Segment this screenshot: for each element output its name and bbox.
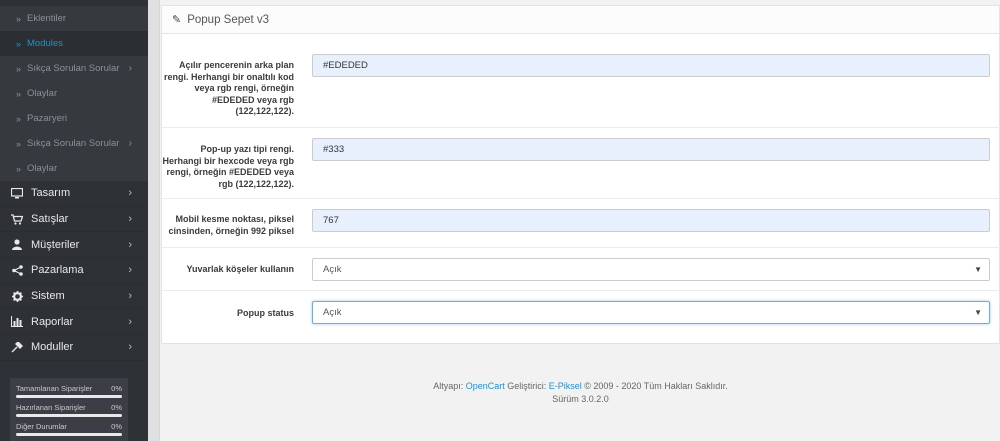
rounded-corners-select[interactable]: Açık ▼: [312, 258, 990, 281]
gear-icon: [10, 290, 24, 302]
chevron-right-icon: »: [16, 113, 22, 124]
progress-bar: [16, 395, 122, 398]
sidebar-item-label: Moduller: [31, 341, 74, 354]
sidebar-item-label: Müşteriler: [31, 238, 80, 251]
chevron-right-icon: ›: [128, 341, 132, 354]
stat-completed: Tamamlanan Siparişler 0%: [16, 384, 122, 398]
field-label: Mobil kesme noktası, piksel cinsinden, ö…: [168, 214, 294, 236]
sidebar-item-satislar[interactable]: Satışlar ›: [0, 207, 148, 233]
chevron-right-icon: »: [16, 163, 22, 174]
sidebar-sub-item-sss[interactable]: » Sıkça Sorulan Sorular ›: [0, 56, 148, 81]
sidebar-item-raporlar[interactable]: Raporlar ›: [0, 309, 148, 336]
font-color-input[interactable]: #333: [312, 138, 990, 161]
bg-color-input[interactable]: #EDEDED: [312, 54, 990, 77]
chevron-right-icon: ›: [128, 187, 132, 200]
breakpoint-input[interactable]: 767: [312, 209, 990, 232]
stat-other: Diğer Durumlar 0%: [16, 422, 122, 436]
sidebar-item-tasarim[interactable]: Tasarım ›: [0, 181, 148, 207]
field-label: Yuvarlak köşeler kullanın: [186, 264, 294, 274]
caret-down-icon: ▼: [974, 265, 982, 274]
sidebar-sub-item-label: Modules: [27, 38, 63, 49]
chevron-right-icon: ›: [128, 315, 132, 328]
form-row-font-color: Pop-up yazı tipi rengi. Herhangi bir hex…: [162, 128, 1000, 199]
chevron-right-icon: »: [16, 138, 22, 149]
form-row-bg-color: Açılır pencerenin arka plan rengi. Herha…: [162, 35, 1000, 128]
chevron-right-icon: ›: [128, 238, 132, 251]
chevron-right-icon: ›: [128, 264, 132, 277]
cart-icon: [10, 213, 24, 225]
progress-bar: [16, 433, 122, 436]
sidebar-item-musteriler[interactable]: Müşteriler ›: [0, 232, 148, 259]
chevron-right-icon: »: [16, 13, 22, 24]
chevron-right-icon: ›: [128, 213, 132, 226]
footer-credits: Altyapı: OpenCart Geliştirici: E-Piksel …: [433, 381, 728, 391]
form-row-rounded-corners: Yuvarlak köşeler kullanın Açık ▼: [162, 248, 1000, 291]
sidebar-item-label: Raporlar: [31, 315, 74, 328]
sidebar-item-sistem[interactable]: Sistem ›: [0, 284, 148, 310]
expand-arrow-icon: ›: [128, 63, 132, 74]
sidebar-sub-item-label: Olaylar: [27, 163, 58, 174]
sidebar-item-label: Satışlar: [31, 213, 69, 226]
caret-down-icon: ▼: [974, 308, 982, 317]
progress-bar: [16, 414, 122, 417]
sidebar-item-pazarlama[interactable]: Pazarlama ›: [0, 258, 148, 284]
chevron-right-icon: »: [16, 38, 22, 49]
sidebar-sub-item-label: Pazaryeri: [27, 113, 68, 124]
popup-status-select[interactable]: Açık ▼: [312, 301, 990, 324]
settings-panel: ✎ Popup Sepet v3 Açılır pencerenin arka …: [161, 5, 1000, 344]
sidebar-item-moduller[interactable]: Moduller ›: [0, 335, 148, 361]
sidebar-sub-item-sss-2[interactable]: » Sıkça Sorulan Sorular ›: [0, 131, 148, 156]
panel-heading: ✎ Popup Sepet v3: [162, 6, 999, 34]
field-label: Açılır pencerenin arka plan rengi. Herha…: [163, 60, 294, 116]
sidebar-sub-item-label: Sıkça Sorulan Sorular: [27, 63, 120, 74]
monitor-icon: [10, 187, 24, 199]
chevron-right-icon: ›: [128, 290, 132, 303]
chevron-right-icon: »: [16, 63, 22, 74]
form-row-popup-status: Popup status Açık ▼: [162, 291, 1000, 344]
sidebar-sub-item-label: Sıkça Sorulan Sorular: [27, 138, 120, 149]
epiksel-link[interactable]: E-Piksel: [549, 381, 582, 391]
chevron-right-icon: »: [16, 88, 22, 99]
bar-chart-icon: [10, 316, 24, 328]
field-label: Popup status: [236, 308, 294, 318]
field-label: Pop-up yazı tipi rengi. Herhangi bir hex…: [162, 144, 294, 189]
sidebar-sub-item-pazaryeri[interactable]: » Pazaryeri: [0, 106, 148, 131]
form-row-breakpoint: Mobil kesme noktası, piksel cinsinden, ö…: [162, 199, 1000, 248]
opencart-link[interactable]: OpenCart: [466, 381, 505, 391]
pencil-icon: ✎: [172, 14, 182, 26]
sidebar-item-label: Tasarım: [31, 187, 71, 200]
sidebar-item-label: Pazarlama: [31, 264, 84, 277]
user-icon: [10, 239, 24, 251]
scrollbar[interactable]: [148, 0, 160, 441]
stat-preparing: Hazırlanan Siparişler 0%: [16, 403, 122, 417]
sidebar-sub-item-label: Olaylar: [27, 88, 58, 99]
share-icon: [10, 265, 24, 276]
order-stats: Tamamlanan Siparişler 0% Hazırlanan Sipar…: [10, 378, 128, 441]
puzzle-icon: [10, 341, 24, 353]
sidebar-sub-item-label: Eklentiler: [27, 13, 67, 24]
sidebar-sub-item-modules[interactable]: » Modules: [0, 31, 148, 56]
sidebar: » Eklentiler » Modules » Sıkça Sorulan S…: [0, 0, 148, 441]
sidebar-sub-item-eklentiler[interactable]: » Eklentiler: [0, 6, 148, 31]
panel-title: Popup Sepet v3: [187, 13, 270, 26]
footer-version: Sürüm 3.0.2.0: [552, 394, 609, 404]
sidebar-sub-item-olaylar-2[interactable]: » Olaylar: [0, 156, 148, 181]
sidebar-item-label: Sistem: [31, 290, 65, 303]
expand-arrow-icon: ›: [128, 138, 132, 149]
sidebar-sub-item-olaylar[interactable]: » Olaylar: [0, 81, 148, 106]
